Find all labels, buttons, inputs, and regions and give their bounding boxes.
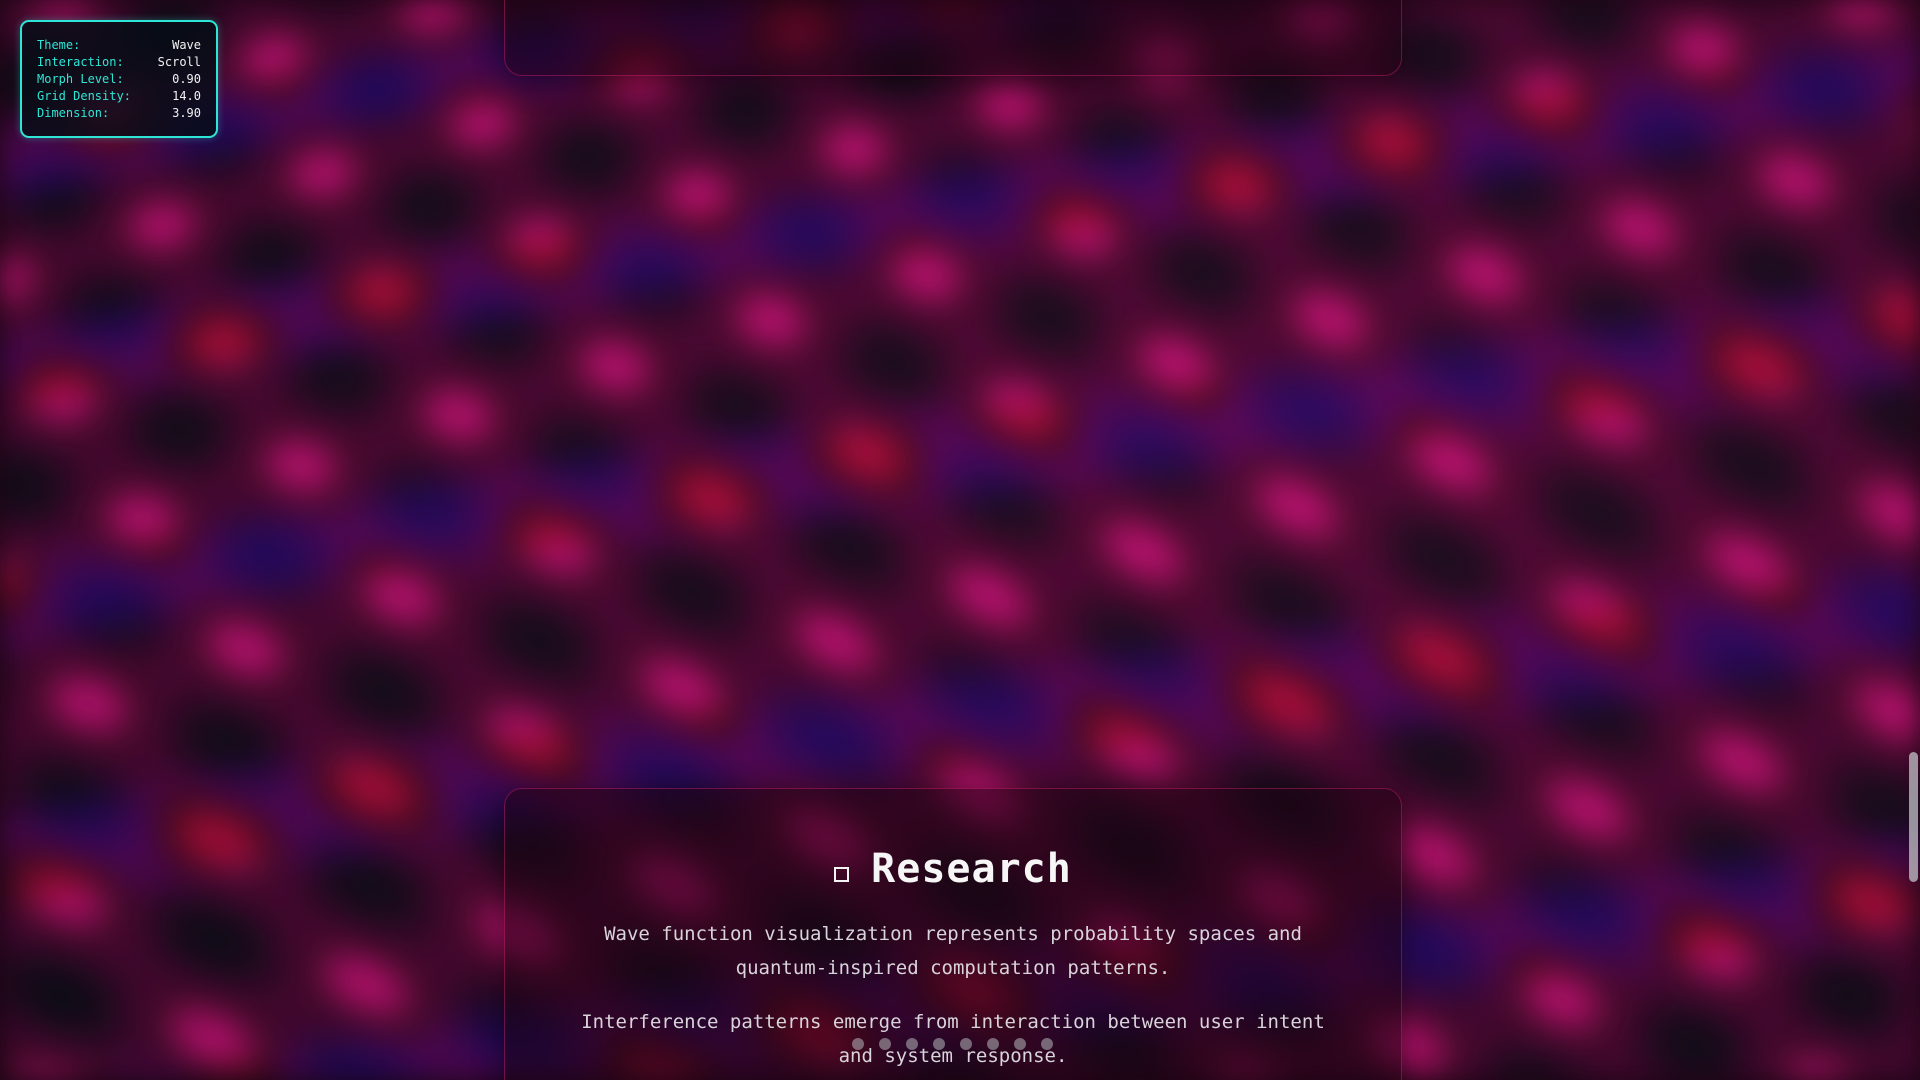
hud-value: 0.90 — [172, 72, 201, 86]
section-paragraph: Wave function visualization represents p… — [604, 923, 1302, 979]
parameters-panel: Theme: Wave Interaction: Scroll Morph Le… — [20, 20, 218, 138]
hud-row-dimension: Dimension: 3.90 — [37, 105, 201, 122]
scrollbar[interactable] — [1905, 0, 1920, 1080]
section-heading: Research — [505, 846, 1401, 892]
hud-row-theme: Theme: Wave — [37, 37, 201, 54]
pager-dot[interactable] — [852, 1038, 864, 1050]
pager-dot[interactable] — [960, 1038, 972, 1050]
section-title: Research — [871, 846, 1072, 892]
pager-dot[interactable] — [987, 1038, 999, 1050]
pager-dot[interactable] — [906, 1038, 918, 1050]
hud-value: Scroll — [157, 55, 201, 69]
scrollbar-thumb[interactable] — [1909, 752, 1918, 882]
research-section-card: Research Wave function visualization rep… — [504, 788, 1402, 1080]
hud-label: Theme: — [37, 38, 81, 52]
hud-label: Grid Density: — [37, 89, 131, 103]
hud-row-grid-density: Grid Density: 14.0 — [37, 88, 201, 105]
pager-dot[interactable] — [933, 1038, 945, 1050]
pager-dot[interactable] — [1041, 1038, 1053, 1050]
previous-section-card — [504, 0, 1402, 76]
hud-value: 14.0 — [172, 89, 201, 103]
wave-visualization-page: Theme: Wave Interaction: Scroll Morph Le… — [0, 0, 1920, 1080]
hud-label: Interaction: — [37, 55, 124, 69]
hud-value: 3.90 — [172, 106, 201, 120]
hud-label: Dimension: — [37, 106, 110, 120]
hud-row-morph-level: Morph Level: 0.90 — [37, 71, 201, 88]
section-pager — [852, 1038, 1053, 1050]
hud-row-interaction: Interaction: Scroll — [37, 54, 201, 71]
square-outline-icon — [834, 866, 850, 882]
pager-dot[interactable] — [1014, 1038, 1026, 1050]
pager-dot[interactable] — [879, 1038, 891, 1050]
hud-label: Morph Level: — [37, 72, 124, 86]
hud-value: Wave — [172, 38, 201, 52]
